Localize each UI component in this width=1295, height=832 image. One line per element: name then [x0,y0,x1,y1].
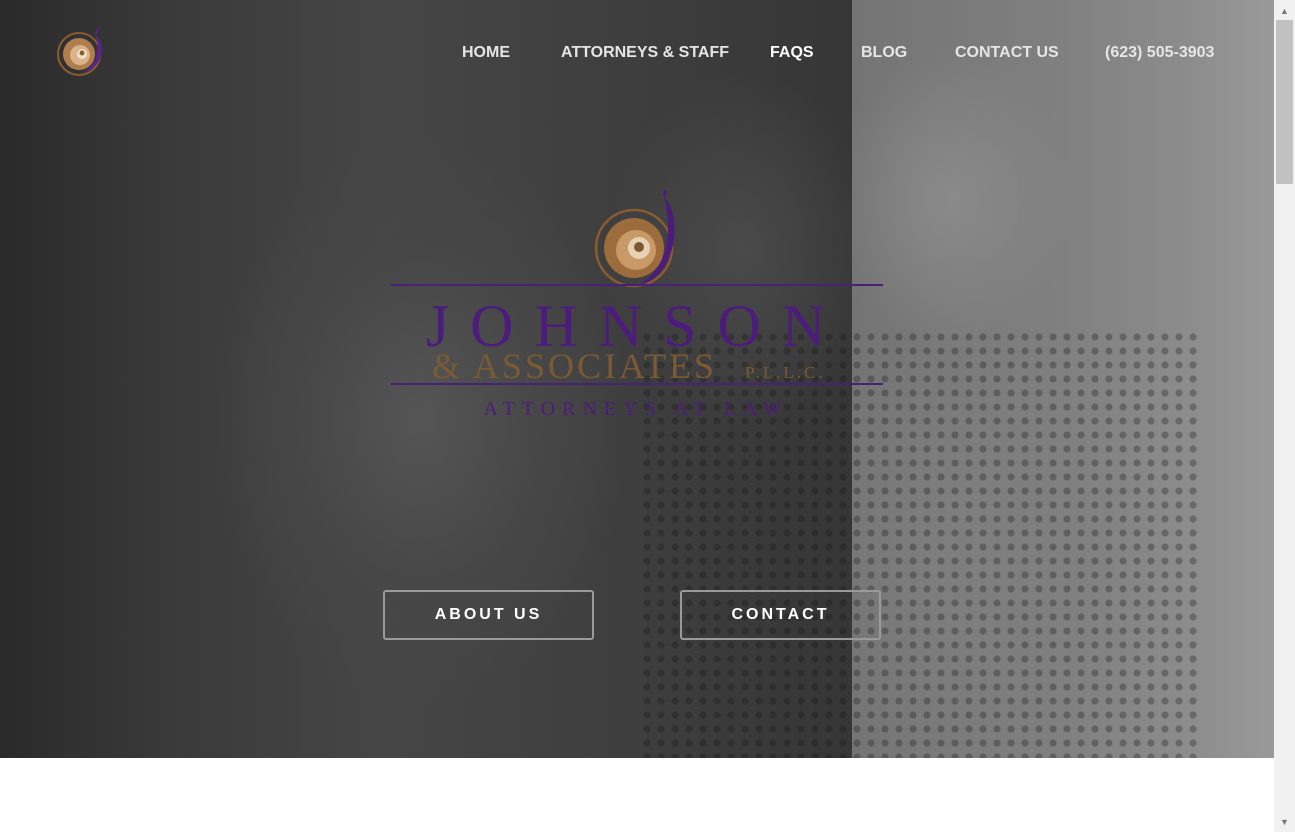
nav-contact-us[interactable]: CONTACT US [955,44,1059,62]
scroll-up-arrow-icon[interactable]: ▲ [1274,0,1295,20]
nav-phone[interactable]: (623) 505-3903 [1105,44,1214,62]
brand-associates: & ASSOCIATES [432,346,718,386]
contact-button[interactable]: CONTACT [680,590,881,640]
nav-attorneys-staff[interactable]: ATTORNEYS & STAFF [561,44,729,62]
brand-rule-top [391,284,883,286]
nav-faqs[interactable]: FAQS [770,44,814,62]
brand-suffix: P.L.L.C. [745,363,826,382]
swirl-logo-icon [594,189,675,288]
vertical-scrollbar[interactable]: ▲ ▼ [1274,0,1295,832]
hero-section: HOME ATTORNEYS & STAFF FAQS BLOG CONTACT… [0,0,1274,758]
brand-logo: JOHNSON & ASSOCIATES P.L.L.C. ATTORNEYS … [388,188,884,423]
nav-blog[interactable]: BLOG [861,44,907,62]
main-nav: HOME ATTORNEYS & STAFF FAQS BLOG CONTACT… [0,44,1274,66]
nav-home[interactable]: HOME [462,44,510,62]
page: HOME ATTORNEYS & STAFF FAQS BLOG CONTACT… [0,0,1274,832]
brand-rule-bottom [391,383,883,385]
scroll-down-arrow-icon[interactable]: ▼ [1274,812,1295,832]
brand-tagline: ATTORNEYS AT LAW [483,398,789,420]
about-us-button[interactable]: ABOUT US [383,590,594,640]
scrollbar-thumb[interactable] [1276,20,1293,184]
